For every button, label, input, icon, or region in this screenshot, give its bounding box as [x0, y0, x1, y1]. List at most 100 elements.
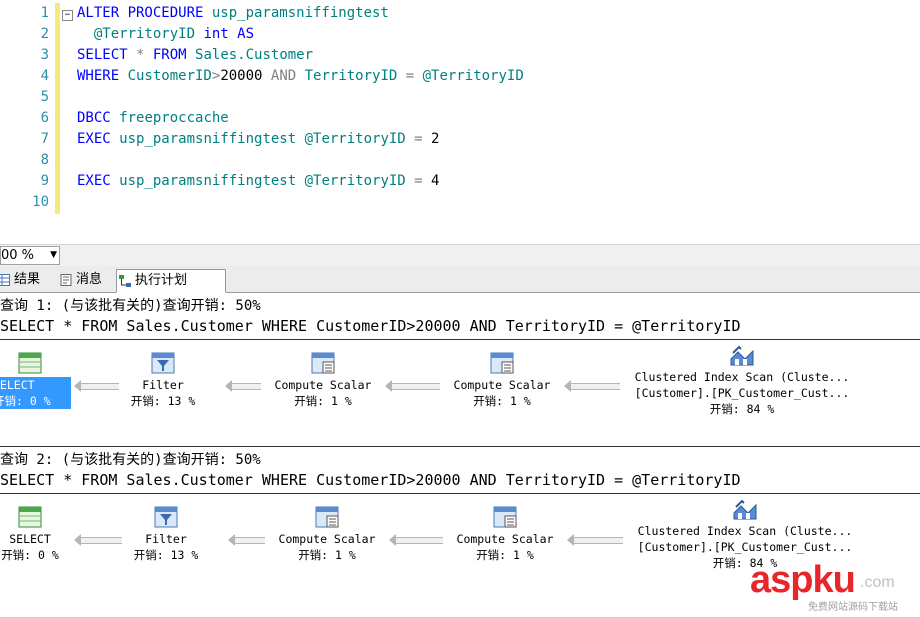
zoom-dropdown[interactable]: 00 % ▼ [0, 246, 60, 265]
code-token: * [136, 47, 153, 63]
code-line[interactable]: ALTER PROCEDURE usp_paramsniffingtest [77, 5, 389, 21]
tab-execution-plan-label: 执行计划 [135, 273, 188, 288]
tab-messages[interactable]: 消息 [58, 269, 120, 291]
code-line[interactable]: SELECT * FROM Sales.Customer [77, 47, 313, 63]
plan-node-name: Compute Scalar [278, 532, 376, 546]
code-token: EXEC [77, 173, 120, 189]
execution-plan-icon [119, 275, 131, 287]
code-token: @TerritoryID [304, 173, 415, 189]
code-token: usp_paramsniffingtest [119, 131, 305, 147]
code-line[interactable]: DBCC freeproccache [77, 110, 229, 126]
code-token: AND [270, 68, 305, 84]
filter-icon [151, 352, 175, 374]
collapse-icon[interactable]: − [62, 10, 73, 21]
code-token: @TerritoryID [422, 68, 524, 84]
code-token: @TerritoryID [304, 131, 415, 147]
code-token: 2 [431, 131, 440, 147]
code-token: DBCC [77, 110, 120, 126]
watermark-brand: aspku [750, 559, 856, 601]
code-token: TerritoryID [304, 68, 406, 84]
plan-node-name: Compute Scalar [274, 378, 372, 392]
message-icon [60, 274, 72, 286]
code-token: FROM [152, 47, 196, 63]
plan-node-cost: 开销: 1 % [294, 394, 352, 408]
tab-results-label: 结果 [14, 272, 41, 287]
line-number: 7 [40, 131, 49, 147]
query-2-header: 查询 2: (与该批有关的)查询开销: 50% [0, 452, 261, 468]
code-token: = [414, 131, 432, 147]
plan-node-name: Clustered Index Scan (Cluste... [637, 524, 853, 538]
query-1-sql: SELECT * FROM Sales.Customer WHERE Custo… [0, 317, 741, 335]
code-token: int AS [203, 26, 255, 42]
change-indicator-bar [55, 3, 60, 214]
line-number-gutter: 1 2 3 4 5 6 7 8 9 10 [0, 0, 55, 244]
sql-editor[interactable]: 1 2 3 4 5 6 7 8 9 10 ALTER PROCEDURE usp_paramsni… [0, 0, 920, 244]
tab-results[interactable]: 结果 [0, 269, 58, 291]
plan-node-detail: [Customer].[PK_Customer_Cust... [637, 540, 853, 554]
code-token: usp_paramsniffingtest [211, 5, 389, 21]
plan-node-cost: 开销: 1 % [476, 548, 534, 562]
code-token: EXEC [77, 131, 120, 147]
plan-arrow [74, 534, 122, 546]
plan-arrow [564, 380, 620, 392]
plan-node-cost: 开销: 84 % [709, 402, 775, 416]
clustered-index-scan-icon [730, 345, 754, 366]
compute-scalar-icon [311, 352, 335, 374]
plan-arrow [389, 534, 443, 546]
code-token: @TerritoryID [77, 26, 204, 42]
query-1-separator [0, 339, 920, 340]
query-2-separator [0, 493, 920, 494]
code-token: usp_paramsniffingtest [119, 173, 305, 189]
filter-icon [154, 506, 178, 528]
line-number: 2 [40, 26, 49, 42]
line-number: 8 [40, 152, 49, 168]
watermark-domain: .com [860, 574, 895, 591]
select-icon [18, 352, 42, 374]
query-divider [0, 446, 920, 447]
tab-execution-plan[interactable]: 执行计划 [116, 269, 226, 293]
plan-node-cost: 开销: 13 % [133, 548, 199, 562]
zoom-value: 00 % [1, 248, 35, 263]
results-tabs: 结果 消息 执行计划 [0, 266, 920, 293]
plan-node-cost: 开销: 1 % [473, 394, 531, 408]
plan-arrow [228, 534, 265, 546]
plan-node-cost: 开销: 13 % [130, 394, 196, 408]
code-token: freeproccache [119, 110, 229, 126]
compute-scalar-icon [490, 352, 514, 374]
watermark-tagline: 免费网站源码下载站 [808, 602, 898, 613]
watermark-logo: aspku .com 免费网站源码下载站 [750, 560, 920, 617]
code-token: 4 [431, 173, 440, 189]
code-token: = [414, 173, 432, 189]
code-line[interactable]: EXEC usp_paramsniffingtest @TerritoryID … [77, 173, 439, 189]
plan-node-detail: [Customer].[PK_Customer_Cust... [634, 386, 850, 400]
plan-node-name: Filter [145, 532, 187, 546]
code-line[interactable]: EXEC usp_paramsniffingtest @TerritoryID … [77, 131, 439, 147]
tab-messages-label: 消息 [76, 272, 103, 287]
zoom-bar: 00 % ▼ [0, 244, 920, 266]
code-token: Sales.Customer [195, 47, 314, 63]
plan-node[interactable]: Clustered Index Scan (Cluste... [Customer… [612, 369, 872, 417]
line-number: 1 [40, 5, 49, 21]
line-number: 5 [40, 89, 49, 105]
code-token: CustomerID [127, 68, 212, 84]
line-number: 3 [40, 47, 49, 63]
code-token: SELECT [77, 47, 137, 63]
code-line[interactable]: WHERE CustomerID>20000 AND TerritoryID =… [77, 68, 524, 84]
query-2-sql: SELECT * FROM Sales.Customer WHERE Custo… [0, 471, 741, 489]
plan-node-name: Compute Scalar [456, 532, 554, 546]
code-token: = [405, 68, 423, 84]
query-1-header: 查询 1: (与该批有关的)查询开销: 50% [0, 298, 261, 314]
chevron-down-icon: ▼ [50, 250, 57, 260]
compute-scalar-icon [493, 506, 517, 528]
plan-node-name: Filter [142, 378, 184, 392]
plan-node-name: Clustered Index Scan (Cluste... [634, 370, 850, 384]
line-number: 9 [40, 173, 49, 189]
line-number: 6 [40, 110, 49, 126]
code-token: WHERE [77, 68, 128, 84]
line-number: 10 [32, 194, 49, 210]
code-token: 20000 [220, 68, 271, 84]
line-number: 4 [40, 68, 49, 84]
select-icon [18, 506, 42, 528]
plan-arrow [74, 380, 119, 392]
code-line[interactable]: @TerritoryID int AS [77, 26, 254, 42]
